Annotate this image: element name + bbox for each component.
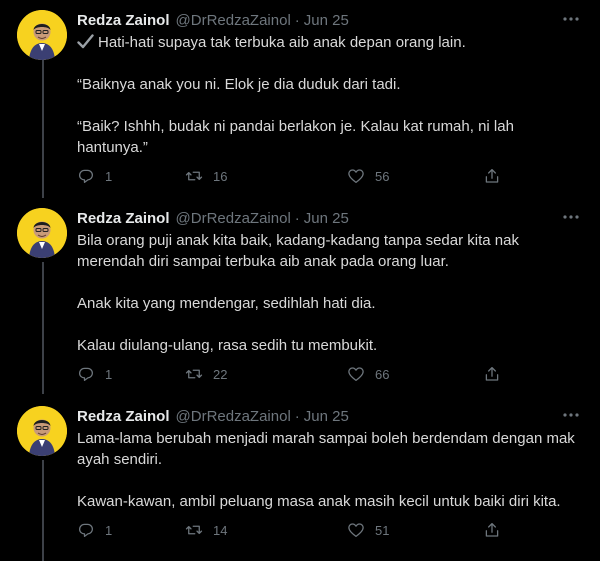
tweet-paragraph: Lama-lama berubah menjadi marah sampai b…: [77, 430, 575, 468]
tweet[interactable]: Redza Zainol @DrRedzaZainol · Jun 25 Bil…: [0, 208, 600, 388]
tweet-paragraph: Hati-hati supaya tak terbuka aib anak de…: [77, 32, 580, 53]
tweet-header: Redza Zainol @DrRedzaZainol · Jun 25: [77, 208, 580, 228]
share-icon: [485, 366, 499, 381]
author-name[interactable]: Redza Zainol: [77, 12, 170, 29]
like-button[interactable]: 66: [347, 365, 389, 383]
separator: ·: [294, 209, 300, 227]
retweet-count: 22: [213, 366, 228, 382]
tweet-date[interactable]: Jun 25: [304, 408, 349, 425]
tweet-content: Redza Zainol @DrRedzaZainol · Jun 25 Lam…: [77, 406, 580, 512]
retweet-icon: [185, 525, 203, 535]
reply-icon: [78, 169, 94, 184]
tweet-actions: 1 22 66: [77, 364, 507, 384]
reply-button[interactable]: 1: [77, 521, 112, 539]
retweet-icon: [185, 369, 203, 379]
retweet-button[interactable]: 16: [185, 167, 227, 185]
retweet-count: 14: [213, 522, 228, 538]
tweet-text: Hati-hati supaya tak terbuka aib anak de…: [77, 32, 580, 158]
check-mark-icon: [77, 34, 94, 51]
tweet[interactable]: Redza Zainol @DrRedzaZainol · Jun 25 Hat…: [0, 10, 600, 190]
reply-icon: [78, 367, 94, 382]
retweet-count: 16: [213, 168, 228, 184]
retweet-icon: [185, 171, 203, 181]
share-button[interactable]: [483, 521, 501, 539]
share-button[interactable]: [483, 365, 501, 383]
heart-icon: [348, 367, 364, 382]
tweet-header: Redza Zainol @DrRedzaZainol · Jun 25: [77, 10, 580, 30]
like-button[interactable]: 51: [347, 521, 389, 539]
reply-count: 1: [105, 168, 113, 184]
tweet-header: Redza Zainol @DrRedzaZainol · Jun 25: [77, 406, 580, 426]
tweet-text: Bila orang puji anak kita baik, kadang-k…: [77, 230, 580, 356]
tweet-actions: 1 14 51: [77, 520, 507, 540]
tweet-content: Redza Zainol @DrRedzaZainol · Jun 25 Hat…: [77, 10, 580, 158]
author-name[interactable]: Redza Zainol: [77, 408, 170, 425]
tweet-text: Lama-lama berubah menjadi marah sampai b…: [77, 428, 580, 512]
reply-count: 1: [105, 522, 113, 538]
author-handle[interactable]: @DrRedzaZainol: [176, 408, 291, 425]
reply-button[interactable]: 1: [77, 365, 112, 383]
reply-icon: [78, 523, 94, 538]
tweet-content: Redza Zainol @DrRedzaZainol · Jun 25 Bil…: [77, 208, 580, 356]
reply-button[interactable]: 1: [77, 167, 112, 185]
tweet-paragraph: “Baik? Ishhh, budak ni pandai berlakon j…: [77, 118, 514, 156]
author-name[interactable]: Redza Zainol: [77, 210, 170, 227]
like-button[interactable]: 56: [347, 167, 389, 185]
tweet-paragraph: Kalau diulang-ulang, rasa sedih tu membu…: [77, 337, 378, 354]
like-count: 56: [375, 168, 390, 184]
tweet-date[interactable]: Jun 25: [304, 12, 349, 29]
like-count: 66: [375, 366, 390, 382]
retweet-button[interactable]: 14: [185, 521, 227, 539]
separator: ·: [294, 11, 300, 29]
more-options-icon[interactable]: [562, 10, 580, 28]
more-options-icon[interactable]: [562, 406, 580, 424]
author-handle[interactable]: @DrRedzaZainol: [176, 12, 291, 29]
tweet-date[interactable]: Jun 25: [304, 210, 349, 227]
share-button[interactable]: [483, 167, 501, 185]
share-icon: [485, 522, 499, 537]
tweet-paragraph: Bila orang puji anak kita baik, kadang-k…: [77, 232, 519, 270]
reply-count: 1: [105, 366, 113, 382]
heart-icon: [348, 169, 364, 184]
separator: ·: [294, 407, 300, 425]
tweet-paragraph: “Baiknya anak you ni. Elok je dia duduk …: [77, 76, 401, 93]
avatar[interactable]: [17, 208, 67, 258]
like-count: 51: [375, 522, 390, 538]
avatar[interactable]: [17, 406, 67, 456]
author-handle[interactable]: @DrRedzaZainol: [176, 210, 291, 227]
tweet-actions: 1 16 56: [77, 166, 507, 186]
tweet[interactable]: Redza Zainol @DrRedzaZainol · Jun 25 Lam…: [0, 406, 600, 556]
tweet-thread: Redza Zainol @DrRedzaZainol · Jun 25 Hat…: [0, 0, 600, 561]
avatar[interactable]: [17, 10, 67, 60]
tweet-paragraph: Kawan-kawan, ambil peluang masa anak mas…: [77, 493, 561, 510]
share-icon: [485, 168, 499, 183]
heart-icon: [348, 523, 364, 538]
tweet-paragraph: Anak kita yang mendengar, sedihlah hati …: [77, 295, 376, 312]
more-options-icon[interactable]: [562, 208, 580, 226]
paragraph-text: Hati-hati supaya tak terbuka aib anak de…: [98, 34, 466, 51]
retweet-button[interactable]: 22: [185, 365, 227, 383]
